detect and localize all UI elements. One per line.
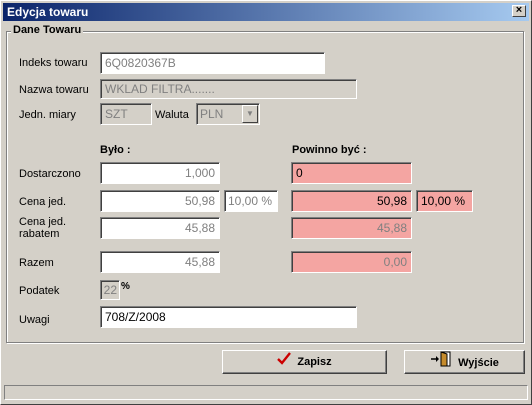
cena-rabat-powinno-input[interactable]: 45,88 — [291, 217, 412, 239]
indeks-label: Indeks towaru — [19, 57, 88, 69]
wyjscie-button[interactable]: Wyjście — [404, 350, 525, 374]
title-bar: Edycja towaru × — [3, 3, 529, 21]
cena-bylo-rabat-pct[interactable]: 10,00 % — [224, 190, 278, 212]
jedn-label: Jedn. miary — [19, 109, 76, 121]
checkmark-icon — [277, 351, 292, 373]
close-icon: × — [515, 4, 523, 16]
cena-rabat-bylo-input[interactable]: 45,88 — [100, 217, 220, 239]
dostarczono-label: Dostarczono — [19, 168, 81, 180]
exit-door-icon — [430, 351, 452, 375]
nazwa-input[interactable]: WKLAD FILTRA....... — [100, 79, 357, 99]
zapisz-button[interactable]: Zapisz — [222, 350, 387, 374]
podatek-input[interactable]: 22 — [100, 280, 120, 300]
zapisz-label: Zapisz — [297, 356, 332, 368]
cena-rabat-label: Cena jed. rabatem — [19, 216, 66, 240]
podatek-label: Podatek — [19, 285, 60, 297]
bylo-header: Było : — [100, 144, 131, 156]
waluta-label: Waluta — [155, 109, 189, 121]
nazwa-label: Nazwa towaru — [19, 84, 89, 96]
dialog-window: Edycja towaru × Dane Towaru Indeks towar… — [0, 0, 532, 405]
cena-powinno-input[interactable]: 50,98 — [291, 190, 412, 212]
uwagi-input[interactable]: 708/Z/2008 — [100, 306, 357, 328]
waluta-dropdown-button[interactable]: ▼ — [242, 105, 258, 123]
razem-bylo-input[interactable]: 45,88 — [100, 251, 220, 273]
powinno-header: Powinno być : — [292, 144, 367, 156]
cena-rabat-label-line1: Cena jed. — [19, 216, 67, 228]
dane-towaru-group — [6, 31, 524, 343]
dostarczono-powinno-input[interactable]: 0 — [291, 162, 412, 184]
razem-label: Razem — [19, 257, 54, 269]
group-title: Dane Towaru — [11, 24, 84, 36]
cena-bylo-input[interactable]: 50,98 — [100, 190, 220, 212]
razem-powinno-input[interactable]: 0,00 — [291, 251, 412, 273]
status-bar — [4, 385, 528, 400]
close-button[interactable]: × — [512, 5, 526, 17]
cena-rabat-label-line2: rabatem — [19, 228, 60, 240]
cena-powinno-rabat-pct[interactable]: 10,00 % — [416, 190, 473, 212]
jedn-input[interactable]: SZT — [100, 103, 152, 125]
window-title: Edycja towaru — [7, 5, 89, 19]
podatek-unit: % — [121, 281, 130, 292]
dostarczono-bylo-input[interactable]: 1,000 — [100, 162, 220, 184]
cena-label: Cena jed. — [19, 196, 67, 208]
wyjscie-label: Wyjście — [458, 356, 499, 369]
indeks-input[interactable]: 6Q0820367B — [100, 52, 325, 74]
triangle-down-icon: ▼ — [246, 109, 254, 118]
uwagi-label: Uwagi — [19, 314, 50, 326]
